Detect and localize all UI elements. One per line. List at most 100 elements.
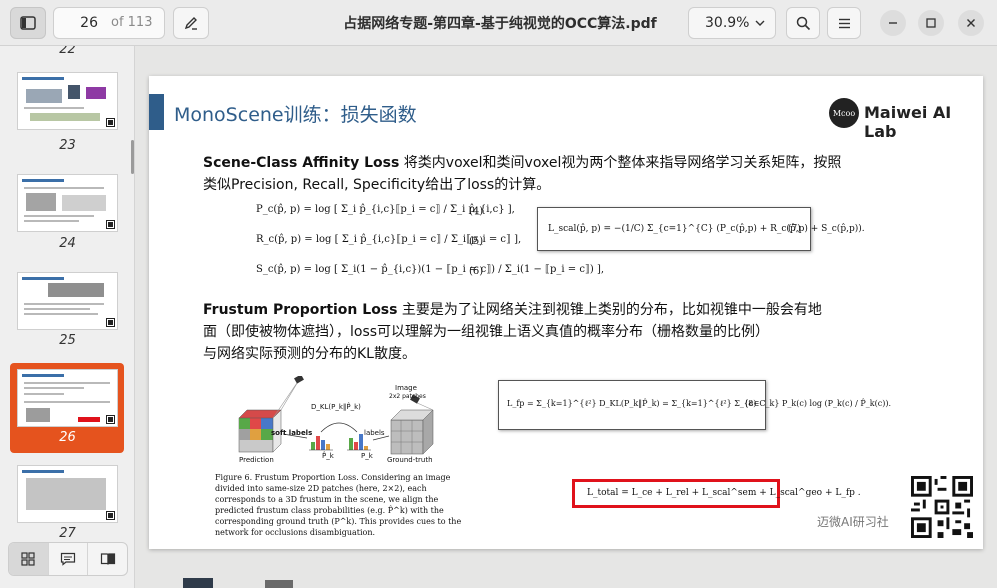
thumb-qr xyxy=(106,415,115,424)
term-frustum-proportion: Frustum Proportion Loss xyxy=(203,302,398,318)
background-window-fragment xyxy=(265,580,293,588)
page-number-input[interactable] xyxy=(54,8,100,38)
page-thumbnail-27[interactable] xyxy=(17,465,118,523)
thumb-title-line xyxy=(22,470,64,473)
ground-truth-voxel-cube xyxy=(390,409,434,455)
thumb-figure xyxy=(78,417,100,422)
equation-6: S_c(p̂, p) = log [ Σ_i(1 − p̂_{i,c})(1 −… xyxy=(256,264,605,275)
figure-label-p: P_k xyxy=(361,452,373,460)
page-thumbnail-26[interactable] xyxy=(17,369,118,427)
thumb-text-line xyxy=(24,401,110,403)
thumb-title-line xyxy=(22,77,64,80)
zoom-dropdown[interactable]: 30.9% xyxy=(688,7,776,39)
page-thumbnail-24[interactable] xyxy=(17,174,118,232)
annotations-view-button[interactable] xyxy=(49,543,89,575)
thumb-figure xyxy=(26,408,50,422)
thumb-figure xyxy=(30,113,100,121)
kl-arrow xyxy=(320,422,358,433)
sidebar-icon xyxy=(20,16,36,30)
thumbnail-page-number: 26 xyxy=(59,430,76,445)
thumb-text-line xyxy=(24,220,79,222)
thumb-text-line xyxy=(24,215,94,217)
term-scene-class-affinity: Scene-Class Affinity Loss xyxy=(203,155,400,171)
thumb-text-line xyxy=(24,382,110,384)
logo-mark: Mcoo xyxy=(829,98,859,128)
thumb-title-line xyxy=(22,179,64,182)
thumb-text-line xyxy=(24,107,84,109)
maximize-icon xyxy=(926,18,936,28)
frustum-ray xyxy=(272,379,300,419)
thumb-text-line xyxy=(24,308,90,310)
qr-code xyxy=(911,476,973,538)
equation-number-4: (4) xyxy=(469,206,484,217)
title-accent-bar xyxy=(149,94,164,130)
paragraph-fp: Frustum Proportion Loss 主要是为了让网络关注到视锥上类别… xyxy=(203,299,822,365)
close-window-button[interactable] xyxy=(958,10,984,36)
header-bar: of 113 占据网络专题-第四章-基于纯视觉的OCC算法.pdf 30.9% xyxy=(0,0,997,46)
thumb-figure xyxy=(62,195,106,211)
chevron-down-icon xyxy=(755,20,765,26)
thumb-text-line xyxy=(24,393,64,395)
sidebar-toggle-button[interactable] xyxy=(10,7,46,39)
thumbnail-page-number: 27 xyxy=(59,526,76,541)
minimize-button[interactable] xyxy=(880,10,906,36)
sidebar-view-switcher xyxy=(8,542,128,576)
sidebar-scrollbar[interactable] xyxy=(131,140,134,174)
thumb-figure xyxy=(26,478,106,510)
thumbnails-view-button[interactable] xyxy=(9,543,49,575)
frustum-ray xyxy=(280,379,300,411)
figure-label-labels: labels xyxy=(364,429,385,437)
frustum-ray xyxy=(414,401,434,411)
equation-number-8: (8) xyxy=(745,399,757,408)
page-thumbnail-23[interactable] xyxy=(17,72,118,130)
thumb-figure xyxy=(68,85,80,99)
thumb-figure xyxy=(26,89,62,103)
predicted-histogram xyxy=(309,436,333,451)
thumb-figure xyxy=(86,87,106,99)
maximize-button[interactable] xyxy=(918,10,944,36)
thumb-title-line xyxy=(22,277,64,280)
page-thumbnail-25[interactable] xyxy=(17,272,118,330)
thumb-text-line xyxy=(24,303,104,305)
zoom-value: 30.9% xyxy=(705,15,750,31)
hamburger-menu-icon xyxy=(838,18,850,28)
thumb-text-line xyxy=(24,187,104,189)
pdf-page: MonoScene训练：损失函数 Mcoo Maiwei AI Lab Scen… xyxy=(149,76,983,549)
main-menu-button[interactable] xyxy=(827,7,861,39)
para2-line1: 主要是为了让网络关注到视锥上类别的分布，比如视锥中一般会有地 xyxy=(397,302,822,318)
equation-7: L_scal(p̂, p) = −(1/C) Σ_{c=1}^{C} (P_c(… xyxy=(548,224,865,234)
page-number-field[interactable]: of 113 xyxy=(53,7,165,39)
thumb-qr xyxy=(106,220,115,229)
para1-line1: 将类内voxel和类间voxel视为两个整体来指导网络学习关系矩阵，按照 xyxy=(399,155,842,171)
equation-number-7: (7) xyxy=(788,224,801,234)
figure-label-p-hat: P̂_k xyxy=(322,452,334,460)
thumb-title-line xyxy=(22,374,64,377)
equation-total-loss: L_total = L_ce + L_rel + L_scal^sem + L_… xyxy=(587,488,861,498)
equation-8-box: L_fp = Σ_{k=1}^{ℓ²} D_KL(P_k‖P̂_k) = Σ_{… xyxy=(498,380,891,430)
para1-line2: 类似Precision, Recall, Specificity给出了loss的… xyxy=(203,177,551,193)
paragraph-scal: Scene-Class Affinity Loss 将类内voxel和类间vox… xyxy=(203,152,841,196)
equation-8: L_fp = Σ_{k=1}^{ℓ²} D_KL(P_k‖P̂_k) = Σ_{… xyxy=(507,399,892,408)
thumb-text-line xyxy=(24,313,98,315)
thumb-qr xyxy=(106,118,115,127)
thumb-figure xyxy=(26,193,56,211)
figure-label-prediction: Prediction xyxy=(239,456,274,464)
slide-title: MonoScene训练：损失函数 xyxy=(174,104,417,126)
watermark-text: 迈微AI研习社 xyxy=(817,515,889,529)
thumbnail-page-number: 25 xyxy=(59,333,76,348)
thumbnail-page-number: 24 xyxy=(59,236,76,251)
thumbnail-page-number: 23 xyxy=(59,138,76,153)
bookmarks-view-button[interactable] xyxy=(88,543,127,575)
equation-number-6: (6) xyxy=(469,266,484,277)
thumbnail-page-number: 22 xyxy=(59,46,76,57)
search-icon xyxy=(796,16,810,30)
comment-icon xyxy=(60,552,76,566)
para2-line3: 与网络实际预测的分布的KL散度。 xyxy=(203,346,416,362)
background-window-fragment xyxy=(183,578,213,588)
para2-line2: 面（即使被物体遮挡），loss可以理解为一组视锥上语义真值的概率分布（栅格数量的… xyxy=(203,324,770,340)
grid-icon xyxy=(21,552,35,566)
camera-icon-left xyxy=(294,376,304,384)
annotate-button[interactable] xyxy=(173,7,209,39)
minimize-icon xyxy=(889,22,897,24)
search-button[interactable] xyxy=(786,7,820,39)
